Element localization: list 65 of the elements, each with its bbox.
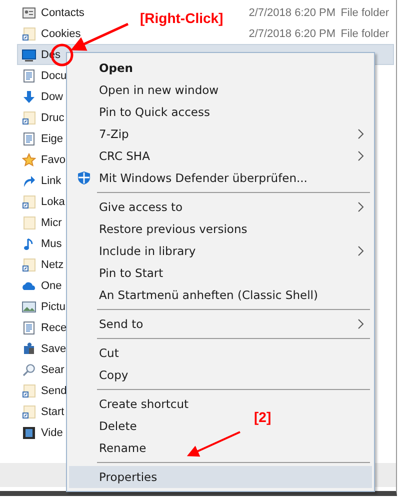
menu-item[interactable]: Pin to Start	[69, 262, 172, 284]
file-name: Rece	[41, 320, 67, 334]
file-name: Start	[41, 404, 64, 418]
file-name: Link	[41, 174, 62, 188]
file-name: Dow	[41, 90, 64, 104]
annotation-label: [2]	[254, 409, 272, 425]
file-name: Micr	[41, 216, 62, 230]
menu-item[interactable]: Mit Windows Defender überprüfen...	[69, 167, 316, 189]
folder-shortcut-icon	[22, 384, 36, 398]
menu-item[interactable]: CRC SHA	[69, 145, 372, 167]
annotation-label: [Right-Click]	[140, 10, 224, 26]
menu-item[interactable]: Give access to	[69, 196, 372, 218]
landscape-icon	[22, 300, 36, 314]
file-type: File folder	[340, 26, 389, 40]
curved-arrow-icon	[22, 174, 36, 188]
document-icon	[22, 68, 36, 82]
file-name: Docu	[41, 68, 67, 82]
puzzle-icon	[22, 342, 36, 356]
menu-item[interactable]: Copy	[69, 364, 136, 386]
document-icon	[22, 132, 36, 146]
folder-icon	[22, 216, 36, 230]
menu-item[interactable]: Rename	[69, 437, 154, 459]
file-name: One	[41, 278, 62, 292]
menu-item[interactable]: Open	[69, 57, 141, 79]
file-date: 2/7/2018 6:20 PM	[248, 26, 337, 40]
file-name: Mus	[41, 236, 62, 250]
menu-item[interactable]: Restore previous versions	[69, 218, 256, 240]
menu-item[interactable]: Create shortcut	[69, 393, 197, 415]
file-date: 2/7/2018 6:20 PM	[248, 6, 337, 20]
folder-shortcut-icon	[22, 26, 36, 40]
film-strip-icon	[22, 426, 36, 440]
file-type: File folder	[340, 6, 389, 20]
monitor-icon	[22, 48, 36, 62]
folder-shortcut-icon	[22, 110, 36, 124]
file-name: Save	[41, 342, 66, 356]
file-name: Send	[41, 384, 67, 398]
file-name: Eige	[41, 132, 64, 146]
file-name: Loka	[41, 194, 65, 208]
menu-item[interactable]: Open in new window	[69, 79, 227, 101]
document-icon	[22, 320, 36, 334]
file-name: Cookies	[41, 26, 81, 40]
menu-item[interactable]: 7-Zip	[69, 123, 372, 145]
folder-shortcut-icon	[22, 404, 36, 418]
menu-item[interactable]: Include in library	[69, 240, 372, 262]
file-name: Vide	[41, 426, 63, 440]
menu-item[interactable]: Send to	[69, 313, 372, 335]
search-icon	[22, 362, 36, 376]
menu-item[interactable]: Delete	[69, 415, 145, 437]
menu-item[interactable]: An Startmenü anheften (Classic Shell)	[69, 284, 326, 306]
menu-item[interactable]: Pin to Quick access	[69, 101, 218, 123]
annotation-arrow	[186, 431, 240, 457]
shield-icon	[77, 171, 91, 185]
folder-shortcut-icon	[22, 194, 36, 208]
folder-shortcut-icon	[22, 258, 36, 272]
file-name: Druc	[41, 110, 64, 124]
download-arrow-icon	[22, 90, 36, 104]
menu-item[interactable]: Cut	[69, 342, 127, 364]
contact-card-icon	[22, 6, 36, 20]
file-name: Contacts	[41, 6, 84, 20]
star-icon	[22, 152, 36, 166]
file-name: Sear	[41, 362, 64, 376]
file-name: Favo	[41, 152, 66, 166]
menu-item[interactable]: Properties	[69, 466, 372, 488]
file-name: Pictu	[41, 300, 66, 314]
file-name: Netz	[41, 258, 64, 272]
